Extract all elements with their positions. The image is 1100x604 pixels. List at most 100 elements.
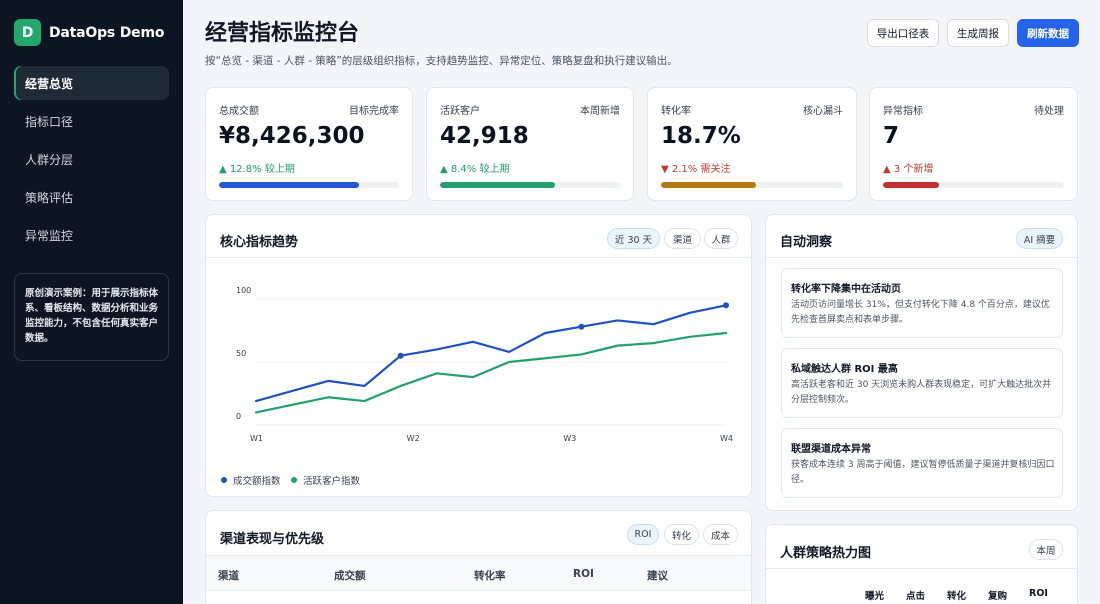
- x-tick-label: W3: [563, 434, 576, 443]
- brand-name: DataOps Demo: [49, 24, 165, 41]
- column-header-conversion[interactable]: 转化率: [474, 568, 506, 583]
- heatmap-column-conversion: 转化: [947, 591, 967, 602]
- kpi-card-conversion-rate: 转化率 核心漏斗 18.7% ▼ 2.1% 需关注: [647, 87, 857, 201]
- heatmap-card-title: 人群策略热力图: [780, 546, 872, 561]
- card-divider: [206, 257, 751, 258]
- sidebar-item-strategy-evaluation[interactable]: 策略评估: [14, 180, 169, 214]
- trend-card-title: 核心指标趋势: [220, 235, 299, 250]
- chip-channel[interactable]: 渠道: [664, 228, 701, 249]
- sidebar: D DataOps Demo 经营总览 指标口径 人群分层 策略评估 异常监控 …: [0, 0, 183, 604]
- brand-logo: D: [14, 19, 41, 46]
- heatmap-column-exposure: 曝光: [865, 591, 885, 602]
- kpi-value: 7: [883, 123, 900, 149]
- sidebar-item-anomaly-monitoring[interactable]: 异常监控: [14, 218, 169, 252]
- legend-item-gmv: 成交额指数: [221, 473, 281, 487]
- heatmap-grid: 曝光 点击 转化 复购 ROI: [766, 568, 1077, 604]
- insight-body: 活动页访问量增长 31%，但支付转化下降 4.8 个百分点，建议优先检查首屏卖点…: [791, 300, 1050, 325]
- kpi-label: 异常指标: [883, 106, 923, 117]
- chip-roi[interactable]: ROI: [627, 524, 659, 545]
- trend-card: 核心指标趋势 近 30 天 渠道 人群 0 50 100 W1 W2 W3 W4 成交额指数…: [205, 214, 752, 497]
- series-point: [397, 352, 404, 359]
- kpi-label: 活跃客户: [440, 106, 480, 117]
- insight-item[interactable]: 转化率下降集中在活动页 活动页访问量增长 31%，但支付转化下降 4.8 个百分…: [781, 268, 1063, 338]
- disclaimer-note: 原创演示案例：用于展示指标体系、看板结构、数据分析和业务监控能力，不包含任何真实…: [14, 273, 169, 361]
- insights-card-title: 自动洞察: [780, 235, 833, 250]
- export-definitions-button[interactable]: 导出口径表: [867, 19, 939, 47]
- kpi-progress-track: [440, 182, 620, 188]
- insights-card: 自动洞察 AI 摘要 转化率下降集中在活动页 活动页访问量增长 31%，但支付转…: [765, 214, 1078, 511]
- chip-last-30-days[interactable]: 近 30 天: [607, 228, 660, 249]
- channel-card-title: 渠道表现与优先级: [220, 532, 325, 547]
- y-tick-label: 100: [236, 286, 251, 295]
- chip-segment[interactable]: 人群: [704, 228, 738, 249]
- insight-title: 私域触达人群 ROI 最高: [791, 364, 898, 375]
- column-header-channel[interactable]: 渠道: [218, 568, 239, 583]
- insight-body: 高活跃老客和近 30 天浏览未购人群表现稳定，可扩大触达批次并分层控制频次。: [791, 380, 1052, 405]
- brand: D DataOps Demo: [14, 19, 164, 46]
- y-tick-label: 0: [236, 412, 241, 421]
- kpi-progress-fill: [883, 182, 940, 188]
- kpi-delta: ▲ 12.8% 较上期: [219, 164, 295, 175]
- sidebar-item-overview[interactable]: 经营总览: [14, 66, 169, 100]
- kpi-secondary-label: 目标完成率: [349, 106, 399, 117]
- page-subtitle: 按“总览 - 渠道 - 人群 - 策略”的层级组织指标，支持趋势监控、异常定位、…: [205, 55, 678, 67]
- row-divider: [206, 590, 751, 591]
- legend-label: 成交额指数: [233, 476, 281, 487]
- kpi-delta: ▼ 2.1% 需关注: [661, 164, 731, 175]
- table-header-row: 渠道 成交额 转化率 ROI 建议: [206, 556, 751, 590]
- x-tick-label: W2: [407, 434, 420, 443]
- heatmap-column-click: 点击: [906, 591, 926, 602]
- legend-dot: [291, 477, 297, 483]
- legend-item-active-customers: 活跃客户指数: [291, 473, 360, 487]
- series-point: [578, 323, 585, 330]
- kpi-label: 转化率: [661, 106, 691, 117]
- insight-body: 获客成本连续 3 周高于阈值，建议暂停低质量子渠道并复核归因口径。: [791, 460, 1055, 485]
- channel-table-card: 渠道表现与优先级 ROI 转化 成本 渠道 成交额 转化率 ROI 建议: [205, 510, 752, 604]
- heatmap-column-roi: ROI: [1029, 588, 1048, 599]
- kpi-progress-fill: [661, 182, 756, 188]
- kpi-value: 42,918: [440, 123, 529, 149]
- series-point: [723, 302, 729, 309]
- kpi-delta: ▲ 8.4% 较上期: [440, 164, 510, 175]
- column-header-gmv[interactable]: 成交额: [334, 568, 366, 583]
- kpi-progress-track: [661, 182, 843, 188]
- insight-title: 联盟渠道成本异常: [791, 444, 871, 455]
- kpi-value: ¥8,426,300: [219, 123, 365, 149]
- kpi-card-active-customers: 活跃客户 本周新增 42,918 ▲ 8.4% 较上期: [426, 87, 634, 201]
- x-tick-label: W4: [720, 434, 733, 443]
- y-tick-label: 50: [236, 349, 246, 358]
- kpi-card-gmv: 总成交额 目标完成率 ¥8,426,300 ▲ 12.8% 较上期: [205, 87, 413, 201]
- chip-cost[interactable]: 成本: [703, 524, 738, 545]
- kpi-secondary-label: 本周新增: [580, 106, 620, 117]
- series-line: [254, 304, 728, 403]
- insight-title: 转化率下降集中在活动页: [791, 284, 901, 295]
- chip-ai-summary[interactable]: AI 摘要: [1016, 228, 1063, 249]
- kpi-card-anomalies: 异常指标 待处理 7 ▲ 3 个新增: [869, 87, 1078, 201]
- insight-item[interactable]: 联盟渠道成本异常 获客成本连续 3 周高于阈值，建议暂停低质量子渠道并复核归因口…: [781, 428, 1063, 498]
- column-header-suggestion[interactable]: 建议: [647, 568, 668, 583]
- legend-dot: [221, 477, 227, 483]
- sidebar-nav: 经营总览 指标口径 人群分层 策略评估 异常监控: [14, 66, 169, 256]
- kpi-value: 18.7%: [661, 123, 741, 149]
- chip-this-week[interactable]: 本周: [1029, 539, 1063, 560]
- x-tick-label: W1: [250, 434, 263, 443]
- kpi-progress-track: [883, 182, 1064, 188]
- sidebar-item-segmentation[interactable]: 人群分层: [14, 142, 169, 176]
- kpi-secondary-label: 待处理: [1034, 106, 1064, 117]
- heatmap-card: 人群策略热力图 本周 曝光 点击 转化 复购 ROI: [765, 524, 1078, 604]
- legend-label: 活跃客户指数: [303, 476, 361, 487]
- heatmap-column-repurchase: 复购: [988, 591, 1008, 602]
- series-line: [254, 331, 728, 414]
- kpi-progress-fill: [219, 182, 360, 188]
- kpi-delta: ▲ 3 个新增: [883, 164, 934, 175]
- trend-line-chart: 0 50 100 W1 W2 W3 W4: [236, 286, 733, 443]
- kpi-label: 总成交额: [219, 106, 259, 117]
- refresh-data-button[interactable]: 刷新数据: [1017, 19, 1079, 47]
- chip-conversion[interactable]: 转化: [664, 524, 699, 545]
- card-divider: [766, 257, 1077, 258]
- kpi-progress-fill: [440, 182, 556, 188]
- sidebar-item-metric-definitions[interactable]: 指标口径: [14, 104, 169, 138]
- insight-item[interactable]: 私域触达人群 ROI 最高 高活跃老客和近 30 天浏览未购人群表现稳定，可扩大…: [781, 348, 1063, 418]
- generate-weekly-report-button[interactable]: 生成周报: [947, 19, 1009, 47]
- column-header-roi[interactable]: ROI: [573, 568, 594, 580]
